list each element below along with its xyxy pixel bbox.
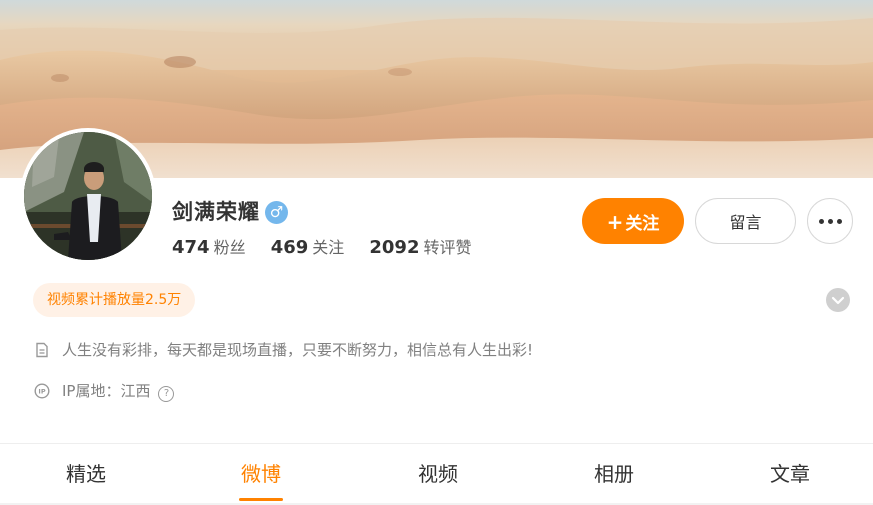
- ip-location-row: IP IP属地：江西?: [34, 381, 175, 402]
- stat-followers[interactable]: 474 粉丝: [172, 236, 246, 260]
- ip-location-text: IP属地：江西: [62, 382, 151, 400]
- dot: [836, 219, 842, 225]
- tab-videos[interactable]: 视频: [393, 444, 483, 504]
- dot: [818, 219, 824, 225]
- ip-location-icon: IP: [34, 383, 50, 399]
- follow-button[interactable]: + 关注: [582, 198, 684, 244]
- profile-description-row: 人生没有彩排，每天都是现场直播，只要不断努力，相信总有人生出彩!: [34, 340, 533, 360]
- stat-followers-label: 粉丝: [213, 238, 246, 257]
- message-button[interactable]: 留言: [695, 198, 796, 244]
- video-plays-badge: 视频累计播放量2.5万: [33, 283, 196, 317]
- stat-reposts-comments-likes: 2092 转评赞: [369, 236, 471, 260]
- help-icon[interactable]: ?: [158, 386, 175, 402]
- chevron-down-icon[interactable]: [826, 288, 850, 312]
- active-tab-indicator: [239, 498, 283, 501]
- profile-stats: 474 粉丝 469 关注 2092 转评赞: [172, 236, 492, 260]
- tab-featured[interactable]: 精选: [41, 444, 131, 504]
- chevron-down-glyph: [831, 296, 845, 305]
- avatar[interactable]: [20, 128, 156, 264]
- profile-tabs: 精选 微博 视频 相册 文章: [0, 444, 873, 504]
- dot: [827, 219, 833, 225]
- document-icon: [36, 342, 48, 358]
- profile-name: 剑满荣耀: [172, 200, 260, 224]
- stat-following-count: 469: [270, 237, 309, 258]
- stat-rcl-count: 2092: [369, 237, 420, 258]
- svg-text:IP: IP: [38, 388, 45, 396]
- plus-icon: +: [606, 209, 624, 234]
- stat-rcl-label: 转评赞: [423, 238, 472, 257]
- stat-followers-count: 474: [172, 237, 210, 258]
- tab-articles[interactable]: 文章: [745, 444, 835, 504]
- stat-following-label: 关注: [312, 238, 345, 257]
- follow-label: 关注: [625, 213, 660, 234]
- profile-description: 人生没有彩排，每天都是现场直播，只要不断努力，相信总有人生出彩!: [62, 341, 534, 359]
- more-dots-icon[interactable]: [807, 198, 853, 244]
- stat-following[interactable]: 469 关注: [271, 236, 345, 260]
- avatar-photo: [24, 132, 152, 260]
- male-icon: ♂: [265, 201, 288, 224]
- tab-weibo[interactable]: 微博: [216, 444, 306, 504]
- tab-albums[interactable]: 相册: [569, 444, 659, 504]
